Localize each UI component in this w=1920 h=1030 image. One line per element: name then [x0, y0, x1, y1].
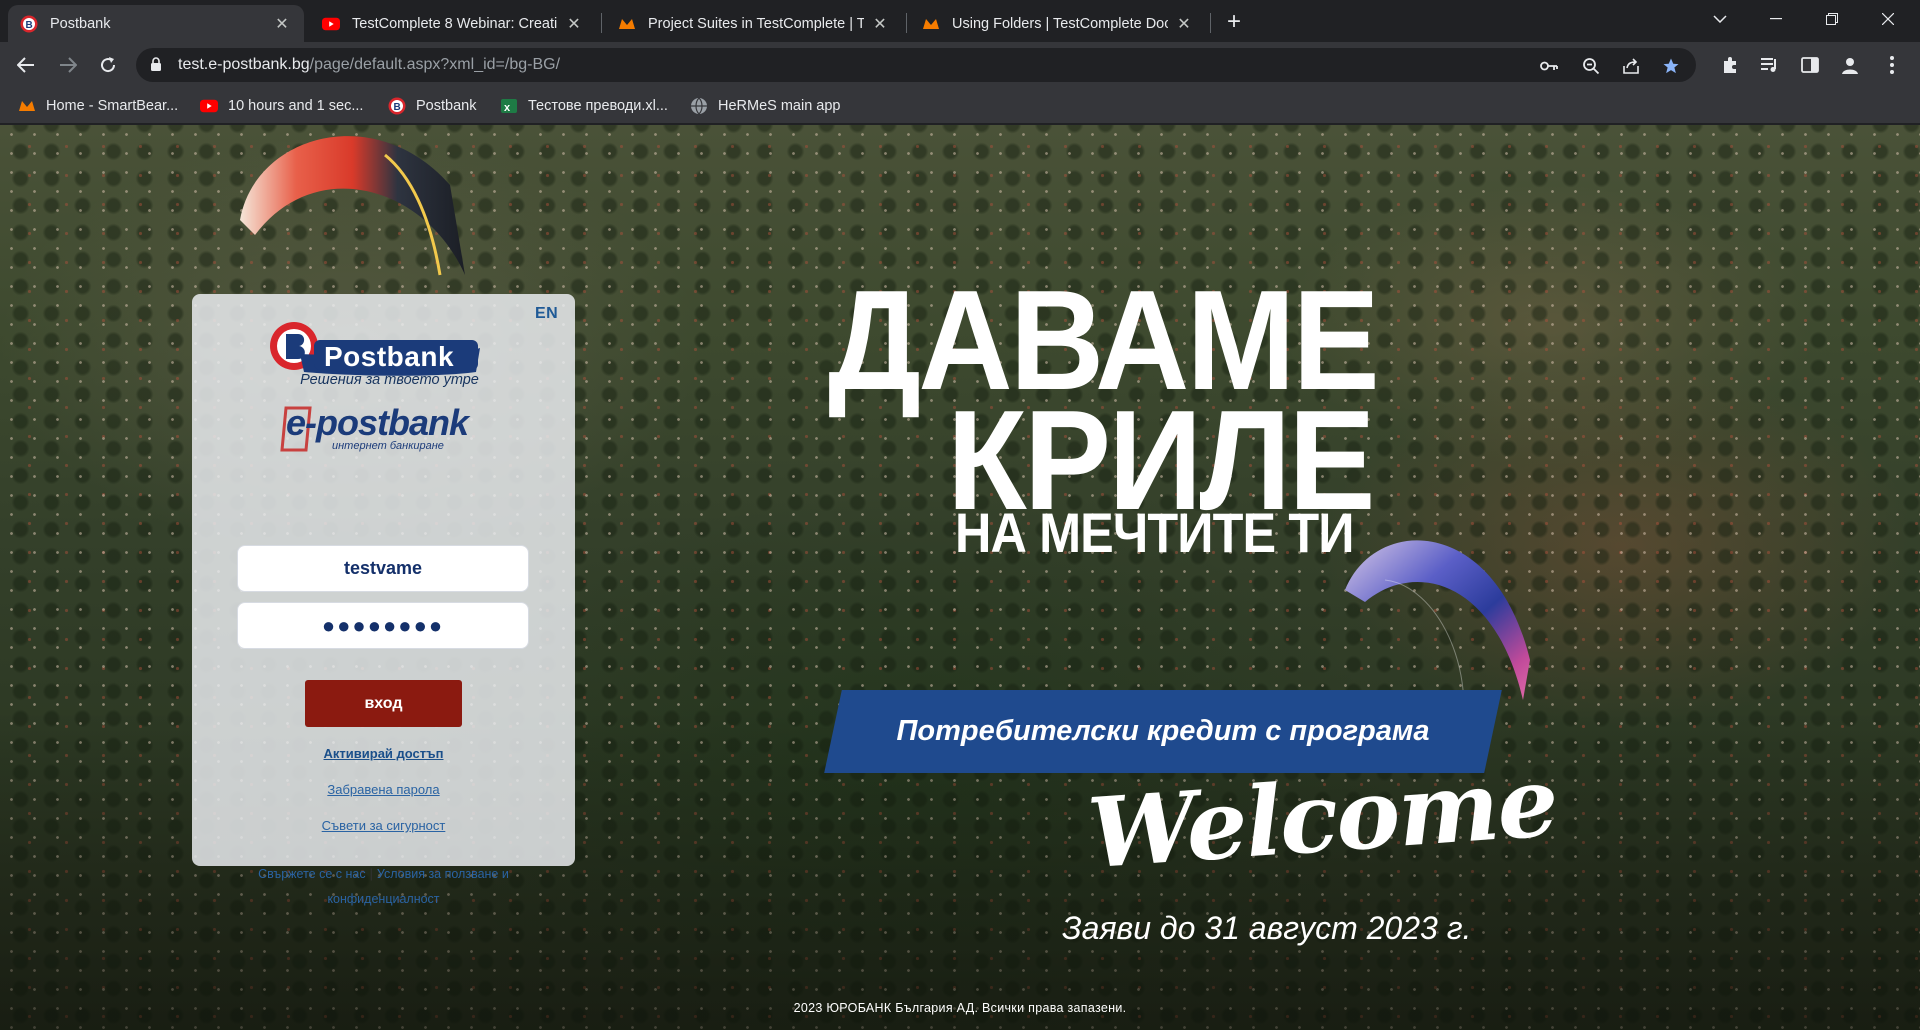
username-field[interactable]: testvame: [237, 545, 529, 592]
media-queue-icon[interactable]: [1758, 53, 1782, 77]
side-panel-icon[interactable]: [1798, 53, 1822, 77]
copyright-footer: 2023 ЮРОБАНК България АД. Всички права з…: [793, 1001, 1127, 1015]
smartbear-icon: [618, 15, 636, 33]
reload-icon[interactable]: [92, 49, 124, 81]
minimize-button[interactable]: [1748, 0, 1804, 38]
bookmark-label: HeRMeS main app: [718, 98, 841, 114]
security-tips-link[interactable]: Съвети за сигурност: [192, 818, 575, 833]
login-button[interactable]: вход: [305, 680, 462, 727]
bookmark-excel[interactable]: x Тестове преводи.xl...: [500, 96, 668, 116]
promo-deadline: Заяви до 31 август 2023 г.: [1062, 910, 1472, 946]
back-arrow-icon[interactable]: [10, 49, 42, 81]
postbank-tagline: Решения за твоето утре: [300, 372, 479, 388]
card-footer-links: Свържете се с нас | Условия за ползване и …: [222, 862, 545, 912]
profile-avatar-icon[interactable]: [1838, 53, 1862, 77]
paraglider-blue-image: [1345, 540, 1530, 710]
tab-strip: B Postbank ✕ TestComplete 8 Webinar: Cre…: [0, 0, 1920, 42]
youtube-icon: [322, 15, 340, 33]
postbank-icon: B: [388, 97, 406, 115]
close-tab-icon[interactable]: ✕: [564, 14, 584, 34]
tab-using-folders[interactable]: Using Folders | TestComplete Doc ✕: [910, 5, 1206, 42]
tab-project-suites[interactable]: Project Suites in TestComplete | T ✕: [606, 5, 902, 42]
url-text: test.e-postbank.bg/page/default.aspx?xml…: [178, 56, 560, 74]
paraglider-red-image: [240, 136, 465, 276]
bookmark-label: Тестове преводи.xl...: [528, 98, 668, 114]
svg-text:x: x: [504, 102, 511, 114]
close-tab-icon[interactable]: ✕: [1174, 14, 1194, 34]
bookmark-smartbear[interactable]: Home - SmartBear...: [18, 96, 178, 116]
tab-divider: [906, 13, 907, 33]
youtube-icon: [200, 97, 218, 115]
svg-text:B: B: [394, 102, 401, 113]
e-postbank-logo-subtitle: интернет банкиране: [332, 440, 444, 452]
share-icon[interactable]: [1620, 55, 1642, 77]
zoom-out-icon[interactable]: [1580, 55, 1602, 77]
url-host: test.e-postbank.bg: [178, 56, 310, 73]
login-card: EN Postbank Решения за твоето утре e-pos…: [192, 294, 575, 906]
hero-heading-line3: НА МЕЧТИТЕ ТИ: [955, 501, 1354, 564]
page-content: EN Postbank Решения за твоето утре e-pos…: [0, 125, 1920, 1030]
bookmark-label: Postbank: [416, 98, 477, 114]
bookmark-postbank[interactable]: B Postbank: [388, 96, 476, 116]
password-field[interactable]: ●●●●●●●●: [237, 602, 529, 649]
smartbear-icon: [922, 15, 940, 33]
key-icon[interactable]: [1538, 55, 1560, 77]
password-value: ●●●●●●●●: [321, 612, 445, 638]
tab-search-chevron-down-icon[interactable]: [1692, 0, 1748, 38]
tab-divider: [601, 13, 602, 33]
close-window-button[interactable]: [1860, 0, 1916, 38]
close-tab-icon[interactable]: ✕: [272, 14, 292, 34]
excel-icon: x: [500, 97, 518, 115]
address-bar[interactable]: test.e-postbank.bg/page/default.aspx?xml…: [136, 48, 1696, 82]
url-path: /page/default.aspx?xml_id=/bg-BG/: [309, 56, 561, 73]
link-separator: |: [369, 867, 373, 881]
tab-postbank[interactable]: B Postbank ✕: [8, 5, 304, 42]
language-switch-link[interactable]: EN: [535, 305, 558, 323]
activate-access-link[interactable]: Активирай достъп: [192, 746, 575, 761]
tab-title: Using Folders | TestComplete Doc: [952, 15, 1168, 32]
extensions-puzzle-icon[interactable]: [1718, 53, 1742, 77]
username-value: testvame: [343, 558, 423, 578]
bookmark-youtube[interactable]: 10 hours and 1 sec...: [200, 96, 363, 116]
lock-icon[interactable]: [150, 57, 162, 77]
forgot-password-link[interactable]: Забравена парола: [192, 782, 575, 797]
browser-toolbar: test.e-postbank.bg/page/default.aspx?xml…: [0, 42, 1920, 88]
bookmark-hermes[interactable]: HeRMeS main app: [690, 96, 841, 116]
tab-title: Project Suites in TestComplete | T: [648, 15, 864, 32]
close-tab-icon[interactable]: ✕: [870, 14, 890, 34]
tab-testcomplete-webinar[interactable]: TestComplete 8 Webinar: Creating ✕: [310, 5, 596, 42]
tab-title: TestComplete 8 Webinar: Creating: [352, 15, 558, 32]
bookmark-label: 10 hours and 1 sec...: [228, 98, 364, 114]
e-postbank-logo-text: e-postbank: [286, 402, 469, 443]
tab-divider: [1210, 13, 1211, 33]
bookmark-label: Home - SmartBear...: [46, 98, 179, 114]
contact-us-link[interactable]: Свържете се с нас: [258, 867, 365, 881]
smartbear-icon: [18, 97, 36, 115]
globe-icon: [690, 97, 708, 115]
bookmark-star-icon[interactable]: [1660, 55, 1682, 77]
restore-button[interactable]: [1804, 0, 1860, 38]
postbank-favicon-icon: B: [20, 15, 38, 33]
postbank-logo-text: Postbank: [324, 341, 455, 372]
tab-title: Postbank: [50, 15, 111, 32]
svg-text:B: B: [26, 20, 33, 31]
kebab-menu-icon[interactable]: [1880, 53, 1904, 77]
bookmarks-bar: Home - SmartBear... 10 hours and 1 sec..…: [0, 88, 1920, 124]
forward-arrow-icon[interactable]: [52, 49, 84, 81]
new-tab-button[interactable]: +: [1220, 8, 1248, 36]
